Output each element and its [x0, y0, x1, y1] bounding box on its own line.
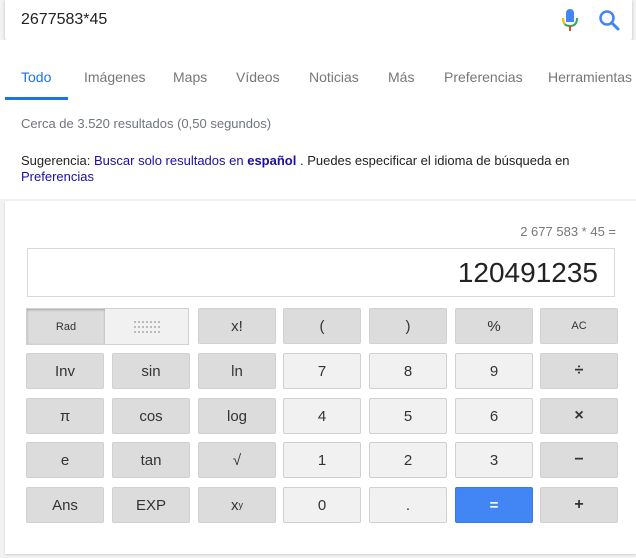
deg-button[interactable] — [105, 309, 188, 344]
divide-button[interactable]: ÷ — [540, 353, 618, 389]
active-tab-indicator — [5, 97, 68, 100]
rad-button[interactable]: Rad — [27, 309, 105, 344]
plus-button[interactable]: + — [540, 487, 618, 523]
digit-7-button[interactable]: 7 — [283, 353, 361, 389]
exp-button[interactable]: EXP — [112, 487, 190, 523]
tab-herramientas[interactable]: Herramientas — [548, 69, 632, 85]
equals-button[interactable]: = — [455, 487, 533, 523]
percent-button[interactable]: % — [455, 308, 533, 344]
language-suggestion: Sugerencia: Buscar solo resultados en es… — [21, 153, 621, 185]
calculator-formula: 2 677 583 * 45 = — [520, 224, 616, 239]
minus-button[interactable]: − — [540, 442, 618, 478]
digit-6-button[interactable]: 6 — [455, 398, 533, 434]
digit-9-button[interactable]: 9 — [455, 353, 533, 389]
tab-todo[interactable]: Todo — [21, 69, 51, 85]
suggestion-text: . Puedes especificar el idioma de búsque… — [299, 153, 570, 168]
search-box[interactable]: 2677583*45 — [5, 0, 632, 40]
tan-button[interactable]: tan — [112, 442, 190, 478]
dots-icon — [133, 320, 160, 333]
digit-1-button[interactable]: 1 — [283, 442, 361, 478]
preferences-link[interactable]: Preferencias — [21, 169, 94, 184]
inverse-button[interactable]: Inv — [26, 353, 104, 389]
ln-button[interactable]: ln — [198, 353, 276, 389]
suggestion-prefix: Sugerencia: — [21, 153, 94, 168]
search-tabs: Todo Imágenes Maps Vídeos Noticias Más P… — [0, 40, 636, 102]
suggestion-link[interactable]: Buscar solo resultados en — [94, 153, 244, 168]
sqrt-button[interactable]: √ — [198, 442, 276, 478]
digit-2-button[interactable]: 2 — [369, 442, 447, 478]
power-base: x — [231, 496, 239, 514]
microphone-icon[interactable] — [559, 8, 581, 32]
digit-8-button[interactable]: 8 — [369, 353, 447, 389]
results-header: Cerca de 3.520 resultados (0,50 segundos… — [0, 101, 636, 199]
tab-mas[interactable]: Más — [388, 69, 414, 85]
tab-maps[interactable]: Maps — [173, 69, 207, 85]
tab-preferencias[interactable]: Preferencias — [444, 69, 523, 85]
decimal-point-button[interactable]: . — [369, 487, 447, 523]
factorial-button[interactable]: x! — [198, 308, 276, 344]
digit-4-button[interactable]: 4 — [283, 398, 361, 434]
euler-button[interactable]: e — [26, 442, 104, 478]
search-icon[interactable] — [597, 8, 621, 32]
calculator-widget: 2 677 583 * 45 = 120491235 Rad x! ( ) % … — [5, 201, 636, 554]
search-input[interactable]: 2677583*45 — [21, 11, 107, 29]
digit-0-button[interactable]: 0 — [283, 487, 361, 523]
angle-mode-toggle[interactable]: Rad — [26, 308, 189, 345]
calculator-display: 120491235 — [27, 248, 615, 297]
tab-videos[interactable]: Vídeos — [236, 69, 280, 85]
calculator-result: 120491235 — [457, 257, 598, 288]
multiply-button[interactable]: × — [540, 398, 618, 434]
digit-5-button[interactable]: 5 — [369, 398, 447, 434]
digit-3-button[interactable]: 3 — [455, 442, 533, 478]
result-stats: Cerca de 3.520 resultados (0,50 segundos… — [21, 116, 272, 131]
log-button[interactable]: log — [198, 398, 276, 434]
close-paren-button[interactable]: ) — [369, 308, 447, 344]
pi-button[interactable]: π — [26, 398, 104, 434]
cos-button[interactable]: cos — [112, 398, 190, 434]
tab-noticias[interactable]: Noticias — [309, 69, 359, 85]
power-button[interactable]: xy — [198, 487, 276, 523]
open-paren-button[interactable]: ( — [283, 308, 361, 344]
all-clear-button[interactable]: AC — [540, 308, 618, 344]
sin-button[interactable]: sin — [112, 353, 190, 389]
suggestion-language-link[interactable]: español — [247, 153, 296, 168]
power-exponent: y — [238, 500, 244, 510]
ans-button[interactable]: Ans — [26, 487, 104, 523]
tab-imagenes[interactable]: Imágenes — [84, 69, 145, 85]
